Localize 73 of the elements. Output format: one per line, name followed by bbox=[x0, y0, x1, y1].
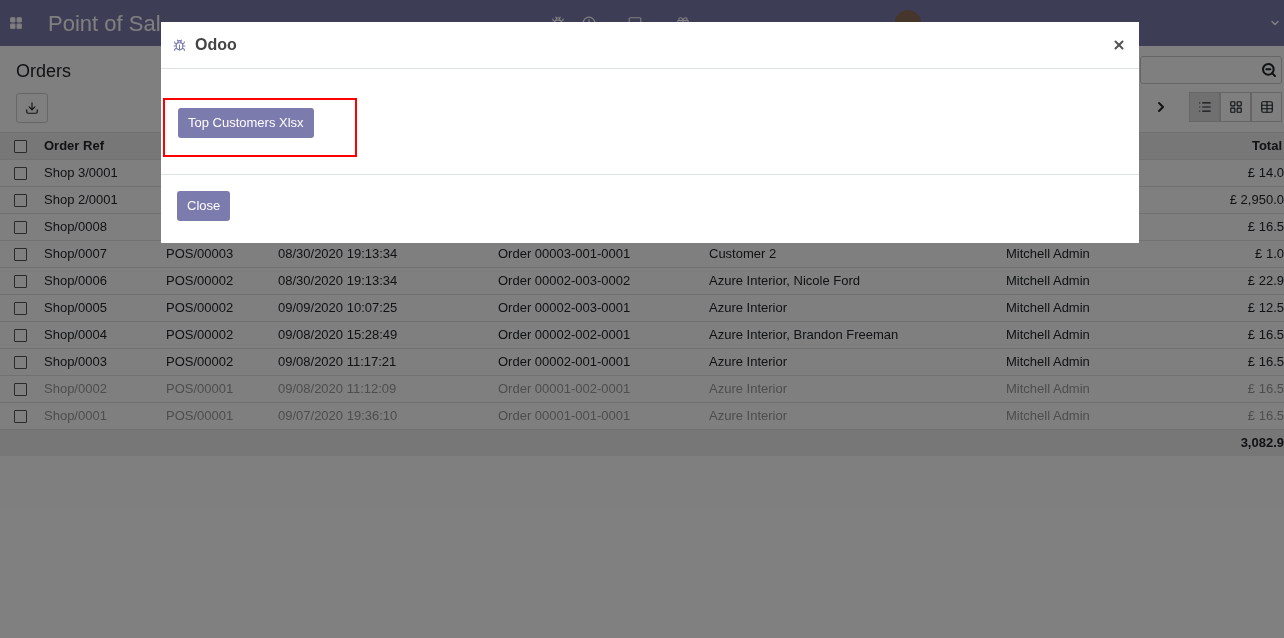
table-cell: Mitchell Admin bbox=[1006, 300, 1090, 316]
view-switch-button[interactable] bbox=[1189, 92, 1220, 122]
row-checkbox[interactable] bbox=[13, 328, 27, 342]
report-button[interactable]: Top Customers Xlsx bbox=[178, 108, 314, 138]
table-cell: POS/00002 bbox=[166, 300, 234, 316]
row-checkbox[interactable] bbox=[13, 220, 27, 234]
list-view-icon bbox=[1197, 100, 1212, 114]
table-cell: Azure Interior bbox=[709, 300, 788, 316]
table-cell: Order 00002-001-0001 bbox=[498, 354, 631, 370]
close-button[interactable]: Close bbox=[177, 191, 231, 221]
download-button[interactable] bbox=[16, 93, 48, 123]
table-cell: Shop/0005 bbox=[44, 300, 107, 316]
row-checkbox[interactable] bbox=[13, 274, 27, 288]
row-checkbox[interactable] bbox=[13, 409, 27, 423]
kanban-view-icon bbox=[1228, 100, 1243, 114]
table-cell: Azure Interior bbox=[709, 354, 788, 370]
view-switch-button[interactable] bbox=[1220, 92, 1251, 122]
table-cell: Order 00003-001-0001 bbox=[498, 246, 631, 262]
table-cell: Shop/0003 bbox=[44, 354, 107, 370]
table-cell: POS/00002 bbox=[166, 273, 234, 289]
table-cell: 08/30/2020 19:13:34 bbox=[278, 273, 398, 289]
search-icon bbox=[1261, 62, 1277, 78]
table-cell: POS/00002 bbox=[166, 354, 234, 370]
table-cell: Order 00002-003-0002 bbox=[498, 273, 631, 289]
table-cell-text: £ 1.0 bbox=[1255, 245, 1284, 264]
page-title: Orders bbox=[16, 60, 71, 83]
table-cell: 09/09/2020 10:07:25 bbox=[278, 300, 398, 316]
table-cell: Order 00002-003-0001 bbox=[498, 300, 631, 316]
table-cell: Shop/0007 bbox=[44, 246, 107, 262]
table-cell: 09/08/2020 11:17:21 bbox=[278, 354, 397, 370]
row-checkbox[interactable] bbox=[13, 166, 27, 180]
table-cell: Shop 3/0001 bbox=[44, 165, 118, 181]
table-cell: Shop/0008 bbox=[44, 219, 107, 235]
table-cell: POS/00003 bbox=[166, 246, 234, 262]
table-cell: 08/30/2020 19:13:34 bbox=[278, 246, 398, 262]
table-cell: Mitchell Admin bbox=[1006, 327, 1090, 343]
table-cell: Order 00002-002-0001 bbox=[498, 327, 631, 343]
table-cell: Shop/0004 bbox=[44, 327, 107, 343]
table-cell: Customer 2 bbox=[709, 246, 777, 262]
table-cell: Azure Interior, Nicole Ford bbox=[709, 273, 860, 289]
apps-menu-icon[interactable] bbox=[9, 16, 23, 30]
sum-total: 3,082.9 bbox=[1240, 434, 1284, 453]
column-header[interactable]: Order Ref bbox=[40, 136, 160, 156]
row-checkbox[interactable] bbox=[13, 355, 27, 369]
table-cell-text: £ 16.5 bbox=[1247, 353, 1284, 372]
table-cell-text: £ 16.5 bbox=[1247, 218, 1284, 237]
table-cell: Mitchell Admin bbox=[1006, 273, 1090, 289]
row-checkbox[interactable] bbox=[13, 382, 27, 396]
row-checkbox[interactable] bbox=[13, 301, 27, 315]
pivot-view-icon bbox=[1259, 100, 1274, 114]
table-cell-text: £ 2,950.0 bbox=[1229, 191, 1284, 210]
bug-icon bbox=[173, 38, 186, 52]
column-header[interactable]: Total bbox=[1251, 136, 1284, 156]
table-cell: Shop/0006 bbox=[44, 273, 107, 289]
app-title: Point of Sal bbox=[48, 9, 161, 38]
table-cell: Mitchell Admin bbox=[1006, 246, 1090, 262]
search-field[interactable] bbox=[1140, 56, 1282, 84]
view-switch-button[interactable] bbox=[1251, 92, 1282, 122]
table-cell-text: £ 14.0 bbox=[1247, 164, 1284, 183]
table-cell-text: £ 12.5 bbox=[1247, 299, 1284, 318]
table-cell: Mitchell Admin bbox=[1006, 354, 1090, 370]
row-checkbox[interactable] bbox=[13, 193, 27, 207]
row-checkbox[interactable] bbox=[13, 247, 27, 261]
table-cell: Azure Interior, Brandon Freeman bbox=[709, 327, 899, 343]
table-cell: Shop 2/0001 bbox=[44, 192, 118, 208]
close-icon[interactable] bbox=[1112, 38, 1126, 52]
table-cell-text: £ 22.9 bbox=[1247, 272, 1284, 291]
dialog-title: Odoo bbox=[195, 35, 237, 55]
download-icon bbox=[25, 101, 39, 115]
table-cell-text: £ 16.5 bbox=[1247, 326, 1284, 345]
table-cell: 09/08/2020 15:28:49 bbox=[278, 327, 398, 343]
table-cell: POS/00002 bbox=[166, 327, 234, 343]
row-checkbox[interactable] bbox=[13, 139, 27, 153]
